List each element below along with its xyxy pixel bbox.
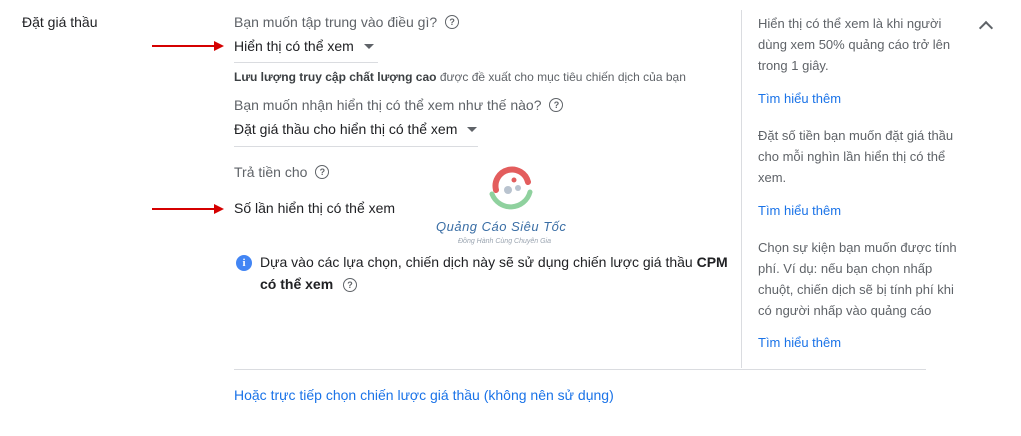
learn-more-link-3[interactable]: Tìm hiểu thêm <box>758 335 841 350</box>
learn-more-link-1[interactable]: Tìm hiểu thêm <box>758 91 841 106</box>
viewable-dropdown[interactable]: Đặt giá thầu cho hiển thị có thể xem <box>234 121 478 137</box>
info-message-text: Dựa vào các lựa chọn, chiến dịch này sẽ … <box>260 254 697 270</box>
focus-hint-text: được đề xuất cho mục tiêu chiến dịch của… <box>436 70 686 84</box>
focus-hint: Lưu lượng truy cập chất lượng cao được đ… <box>234 70 686 84</box>
watermark-subtitle: Đồng Hành Cùng Chuyên Gia <box>458 238 552 245</box>
focus-dropdown-value: Hiển thị có thể xem <box>234 38 354 54</box>
info-message: Dựa vào các lựa chọn, chiến dịch này sẽ … <box>260 251 730 295</box>
help-circle-icon[interactable]: ? <box>549 98 564 112</box>
viewable-dropdown-underline <box>234 146 478 147</box>
focus-hint-bold: Lưu lượng truy cập chất lượng cao <box>234 70 437 84</box>
sidebar-divider <box>741 10 742 368</box>
red-arrow-annotation <box>152 204 224 214</box>
viewable-dropdown-value: Đặt giá thầu cho hiển thị có thể xem <box>234 121 458 137</box>
sidebar-text-2: Đặt số tiền bạn muốn đặt giá thầu cho mỗ… <box>758 128 954 185</box>
help-circle-icon[interactable]: ? <box>445 15 460 29</box>
viewable-question: Bạn muốn nhận hiển thị có thể xem như th… <box>234 97 564 113</box>
watermark-logo-mark <box>489 166 533 210</box>
sidebar-text-1: Hiển thị có thể xem là khi người dùng xe… <box>758 16 951 73</box>
sidebar-text-3: Chọn sự kiện bạn muốn được tính phí. Ví … <box>758 240 957 318</box>
focus-question-label: Bạn muốn tập trung vào điều gì? <box>234 14 438 30</box>
focus-dropdown[interactable]: Hiển thị có thể xem <box>234 38 374 54</box>
caret-down-icon <box>363 43 374 49</box>
manual-bid-strategy-link[interactable]: Hoặc trực tiếp chọn chiến lược giá thầu … <box>234 387 614 403</box>
viewable-question-label: Bạn muốn nhận hiển thị có thể xem như th… <box>234 97 542 113</box>
info-icon: i <box>236 255 252 271</box>
focus-dropdown-underline <box>234 62 378 63</box>
help-circle-icon[interactable]: ? <box>343 278 358 293</box>
chevron-up-icon[interactable] <box>978 20 994 36</box>
watermark-logo <box>478 156 544 222</box>
pay-question: Trả tiền cho ? <box>234 164 330 180</box>
pay-question-label: Trả tiền cho <box>234 164 308 180</box>
help-circle-icon[interactable]: ? <box>315 165 330 179</box>
bottom-divider <box>234 369 926 370</box>
caret-down-icon <box>467 126 478 132</box>
pay-value: Số lần hiển thị có thể xem <box>234 200 396 216</box>
red-arrow-annotation <box>152 41 224 51</box>
section-title: Đặt giá thầu <box>22 14 98 30</box>
learn-more-link-2[interactable]: Tìm hiểu thêm <box>758 203 841 218</box>
watermark-title: Quảng Cáo Siêu Tốc <box>436 219 567 234</box>
focus-question: Bạn muốn tập trung vào điều gì? ? <box>234 14 460 30</box>
